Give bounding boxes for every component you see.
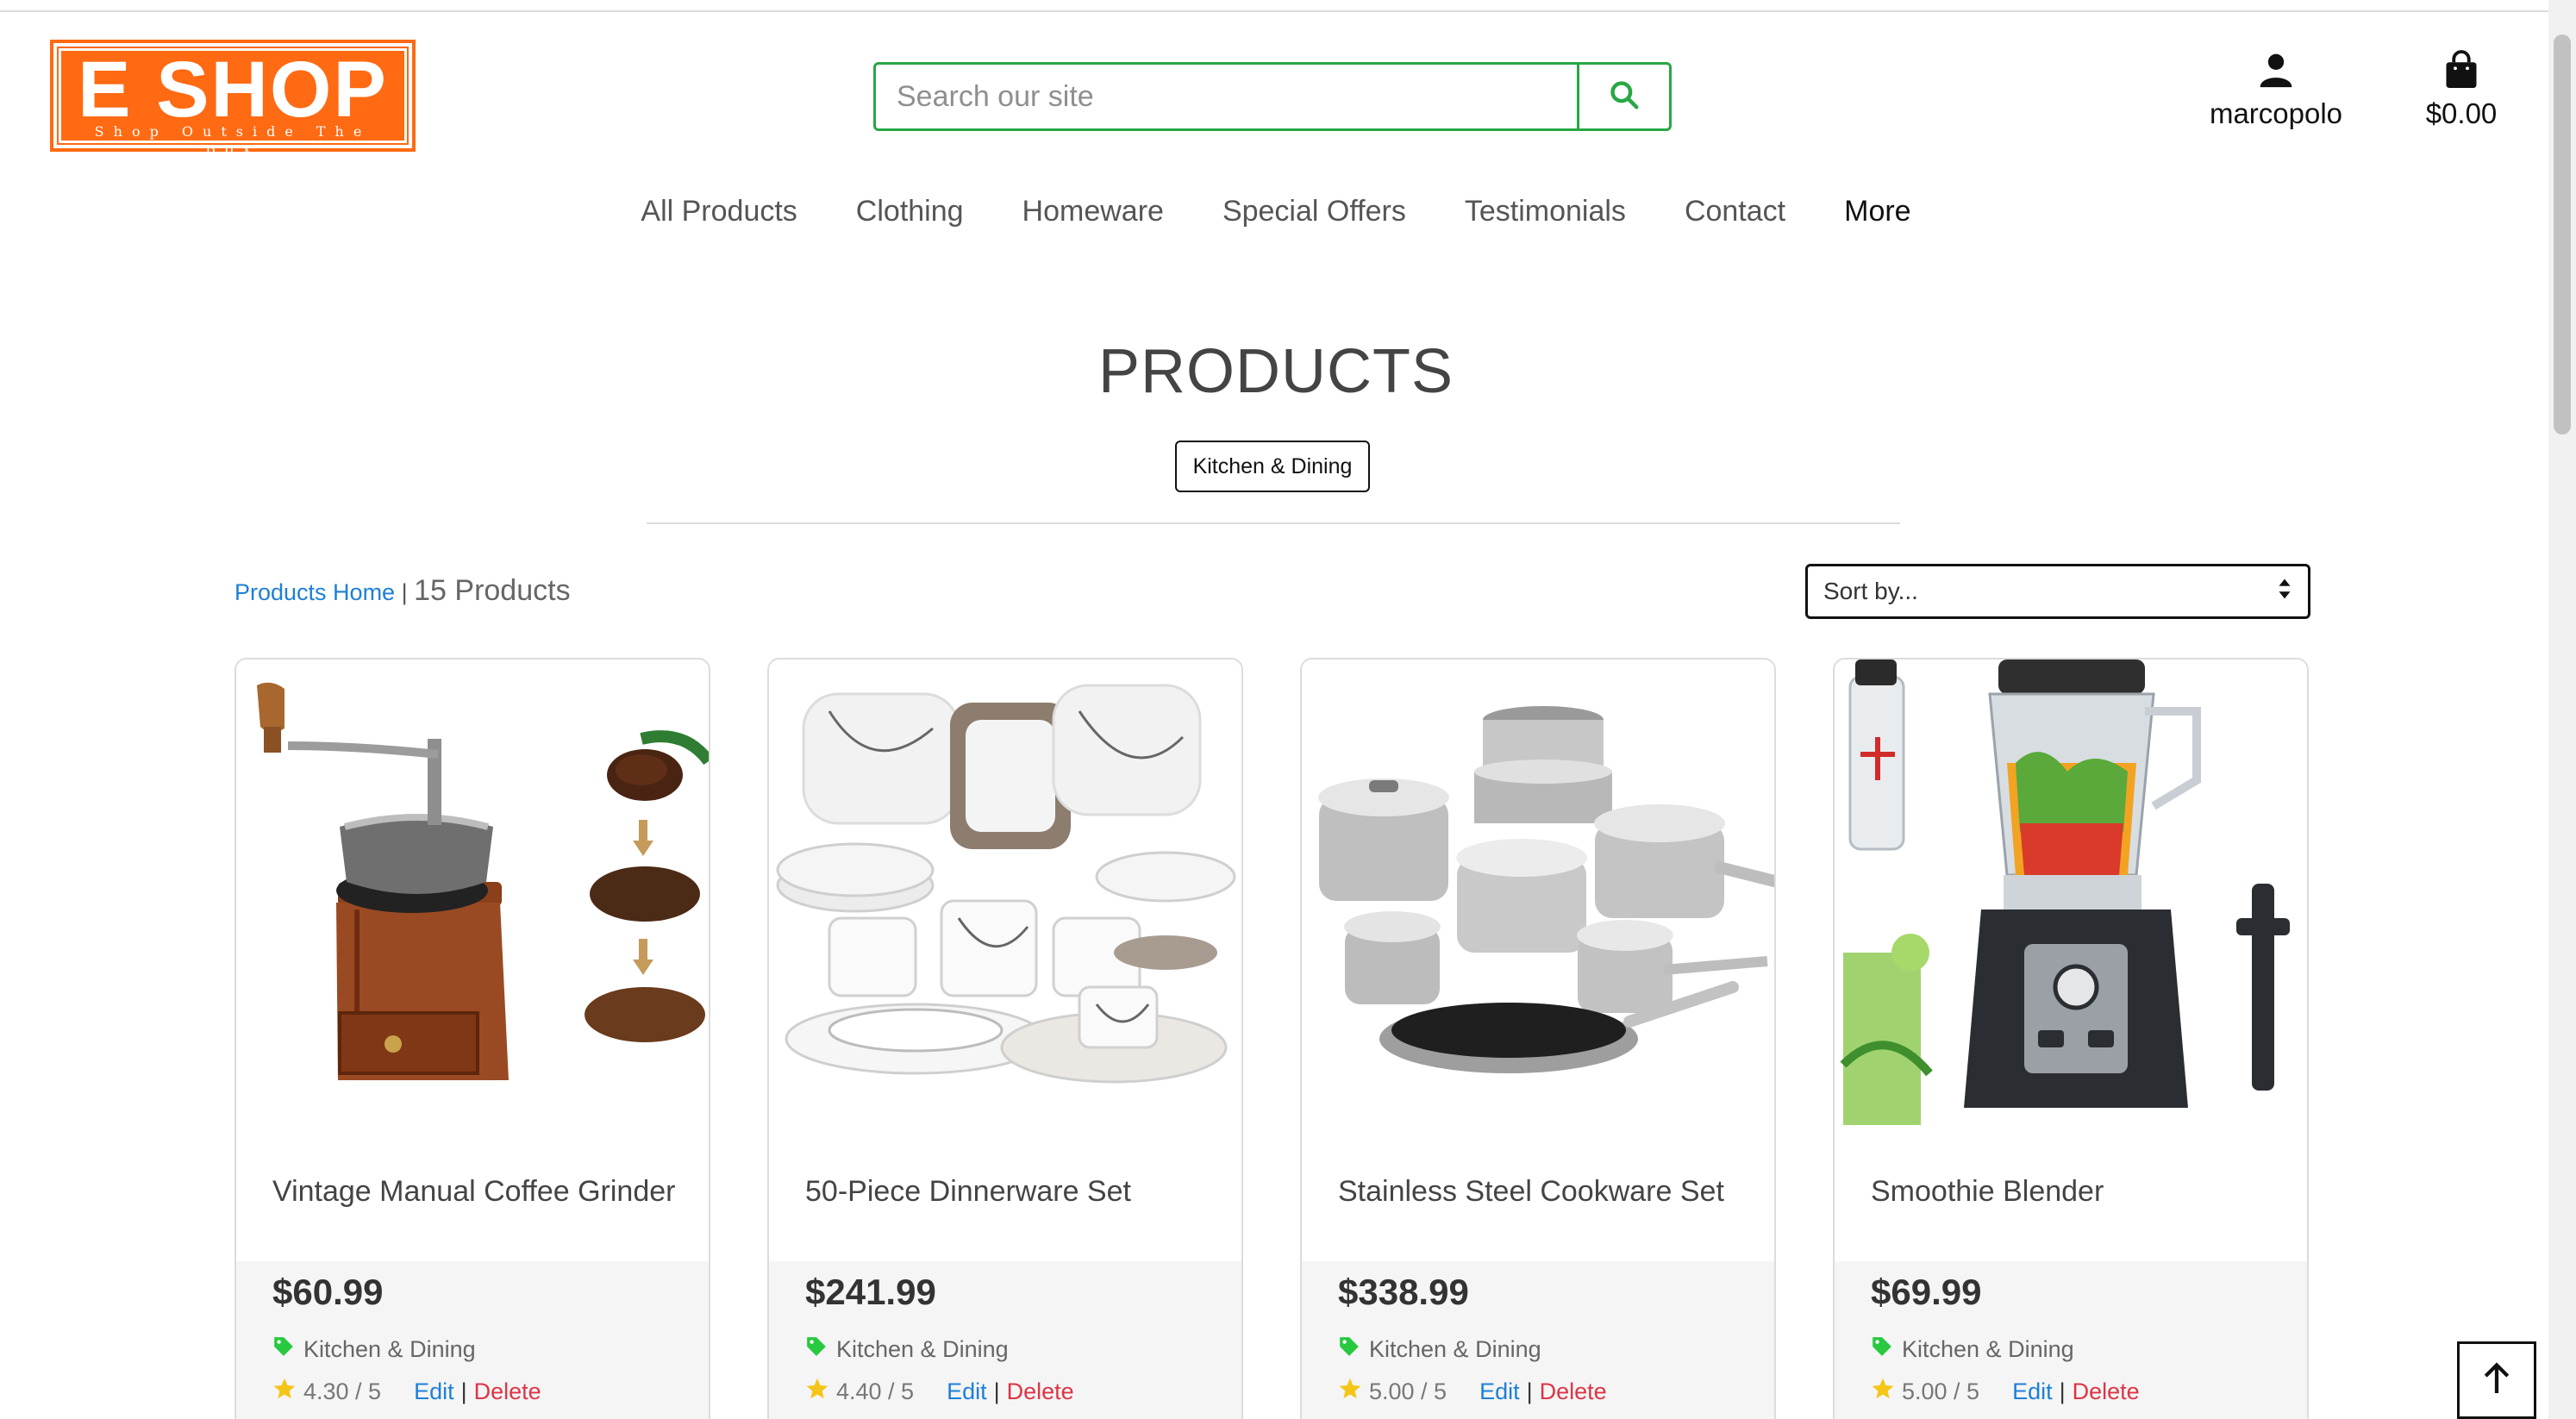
product-price: $338.99 bbox=[1338, 1272, 1469, 1312]
nav-clothing[interactable]: Clothing bbox=[856, 195, 964, 228]
action-separator: | bbox=[1526, 1378, 1533, 1404]
logo-title: E SHOP bbox=[78, 46, 388, 134]
delete-link[interactable]: Delete bbox=[2073, 1378, 2140, 1405]
tag-icon bbox=[1338, 1335, 1360, 1364]
user-icon bbox=[2257, 53, 2295, 93]
product-image[interactable] bbox=[1302, 659, 1774, 1132]
product-category[interactable]: Kitchen & Dining bbox=[805, 1335, 1009, 1364]
action-separator: | bbox=[460, 1378, 467, 1404]
product-footer: $69.99 Kitchen & Dining 5.00 / 5 Edit | … bbox=[1835, 1261, 2307, 1419]
heading-divider bbox=[647, 522, 1900, 524]
product-image[interactable] bbox=[769, 659, 1241, 1132]
edit-link[interactable]: Edit bbox=[1479, 1378, 1520, 1405]
product-price: $241.99 bbox=[805, 1272, 936, 1312]
product-card[interactable]: Smoothie Blender $69.99 Kitchen & Dining… bbox=[1833, 658, 2309, 1419]
action-separator: | bbox=[2059, 1378, 2066, 1404]
product-category-label: Kitchen & Dining bbox=[303, 1336, 476, 1362]
product-footer: $338.99 Kitchen & Dining 5.00 / 5 Edit |… bbox=[1302, 1261, 1774, 1419]
product-category-label: Kitchen & Dining bbox=[1902, 1336, 2074, 1362]
product-count: 15 Products bbox=[414, 574, 571, 607]
product-card[interactable]: Vintage Manual Coffee Grinder $60.99 Kit… bbox=[234, 658, 710, 1419]
product-image[interactable] bbox=[236, 659, 709, 1132]
product-category[interactable]: Kitchen & Dining bbox=[1338, 1335, 1541, 1364]
product-category[interactable]: Kitchen & Dining bbox=[272, 1335, 476, 1364]
product-category[interactable]: Kitchen & Dining bbox=[1871, 1335, 2074, 1364]
tag-icon bbox=[805, 1335, 828, 1364]
sort-arrows-icon bbox=[2277, 578, 2292, 606]
main-nav: All Products Clothing Homeware Special O… bbox=[0, 195, 2552, 228]
edit-link[interactable]: Edit bbox=[947, 1378, 987, 1405]
star-icon bbox=[272, 1377, 297, 1407]
products-home-link[interactable]: Products Home bbox=[234, 579, 395, 605]
logo-badge: E SHOP Shop Outside The Box bbox=[57, 46, 409, 157]
account-username: marcopolo bbox=[2209, 97, 2343, 129]
back-to-top-button[interactable] bbox=[2457, 1341, 2536, 1419]
star-icon bbox=[1871, 1377, 1895, 1407]
product-card[interactable]: 50-Piece Dinnerware Set $241.99 Kitchen … bbox=[767, 658, 1243, 1419]
site-logo[interactable]: E SHOP Shop Outside The Box bbox=[50, 40, 416, 157]
page-scrollbar[interactable] bbox=[2548, 0, 2576, 1419]
product-rating-row: 4.40 / 5 Edit | Delete bbox=[805, 1377, 1074, 1407]
page-title: PRODUCTS bbox=[1097, 337, 1454, 406]
edit-link[interactable]: Edit bbox=[2012, 1378, 2053, 1405]
search-input[interactable] bbox=[876, 65, 1577, 128]
product-name[interactable]: Smoothie Blender bbox=[1871, 1175, 2104, 1209]
shopping-bag[interactable]: $0.00 bbox=[2405, 50, 2517, 130]
delete-link[interactable]: Delete bbox=[474, 1378, 541, 1405]
nav-more[interactable]: More bbox=[1844, 195, 1910, 228]
action-separator: | bbox=[993, 1378, 1000, 1404]
nav-special-offers[interactable]: Special Offers bbox=[1222, 195, 1406, 228]
product-name[interactable]: Stainless Steel Cookware Set bbox=[1338, 1175, 1724, 1209]
breadcrumb: Products Home | 15 Products bbox=[234, 574, 571, 608]
scrollbar-thumb[interactable] bbox=[2554, 34, 2571, 434]
delete-link[interactable]: Delete bbox=[1540, 1378, 1607, 1405]
top-divider bbox=[0, 0, 2552, 12]
sort-label: Sort by... bbox=[1823, 578, 1918, 604]
product-name[interactable]: 50-Piece Dinnerware Set bbox=[805, 1175, 1131, 1209]
product-price: $69.99 bbox=[1871, 1272, 1982, 1312]
search-button[interactable] bbox=[1577, 65, 1669, 128]
product-rating-row: 5.00 / 5 Edit | Delete bbox=[1871, 1377, 2140, 1407]
product-category-label: Kitchen & Dining bbox=[836, 1336, 1009, 1362]
product-price: $60.99 bbox=[272, 1272, 384, 1312]
product-rating: 4.40 / 5 bbox=[836, 1378, 915, 1404]
tag-icon bbox=[1871, 1335, 1893, 1364]
page: E SHOP Shop Outside The Box marcopolo $0… bbox=[0, 0, 2576, 1419]
arrow-up-icon bbox=[2482, 1361, 2511, 1400]
category-badge[interactable]: Kitchen & Dining bbox=[1175, 441, 1370, 492]
nav-testimonials[interactable]: Testimonials bbox=[1465, 195, 1626, 228]
star-icon bbox=[805, 1377, 829, 1407]
star-icon bbox=[1338, 1377, 1362, 1407]
shopping-bag-icon bbox=[2443, 50, 2479, 93]
logo-tagline: Shop Outside The Box bbox=[94, 123, 372, 157]
search-icon bbox=[1608, 78, 1641, 116]
search-bar bbox=[873, 62, 1672, 131]
sort-select[interactable]: Sort by... bbox=[1805, 564, 2310, 619]
product-name[interactable]: Vintage Manual Coffee Grinder bbox=[272, 1175, 675, 1209]
product-footer: $241.99 Kitchen & Dining 4.40 / 5 Edit |… bbox=[769, 1261, 1241, 1419]
delete-link[interactable]: Delete bbox=[1007, 1378, 1074, 1405]
product-rating: 5.00 / 5 bbox=[1902, 1378, 1980, 1404]
product-category-label: Kitchen & Dining bbox=[1369, 1336, 1541, 1362]
tag-icon bbox=[272, 1335, 295, 1364]
product-rating-row: 5.00 / 5 Edit | Delete bbox=[1338, 1377, 1607, 1407]
bag-total: $0.00 bbox=[2425, 97, 2498, 129]
breadcrumb-separator: | bbox=[401, 579, 408, 605]
nav-homeware[interactable]: Homeware bbox=[1022, 195, 1164, 228]
edit-link[interactable]: Edit bbox=[414, 1378, 454, 1405]
nav-contact[interactable]: Contact bbox=[1685, 195, 1785, 228]
product-card[interactable]: Stainless Steel Cookware Set $338.99 Kit… bbox=[1300, 658, 1776, 1419]
product-rating: 5.00 / 5 bbox=[1369, 1378, 1447, 1404]
product-image[interactable] bbox=[1835, 659, 2307, 1132]
nav-all-products[interactable]: All Products bbox=[641, 195, 797, 228]
product-rating-row: 4.30 / 5 Edit | Delete bbox=[272, 1377, 541, 1407]
account-menu[interactable]: marcopolo bbox=[2190, 50, 2362, 130]
product-footer: $60.99 Kitchen & Dining 4.30 / 5 Edit | … bbox=[236, 1261, 709, 1419]
product-rating: 4.30 / 5 bbox=[303, 1378, 382, 1404]
